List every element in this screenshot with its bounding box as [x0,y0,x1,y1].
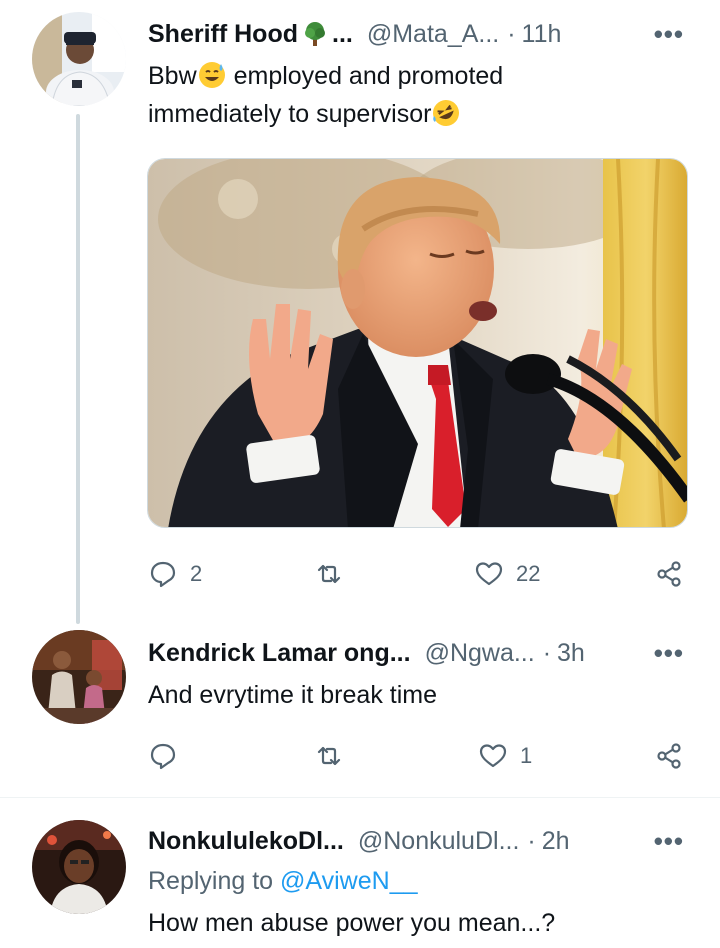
avatar[interactable] [32,12,126,106]
separator: · [542,638,552,667]
replying-to: Replying to @AviweN__ [148,867,418,896]
tweet-text-part: Bbw [148,62,197,90]
tweet-sheriff-hood[interactable]: Sheriff Hood ... @Mata_A... · 11h ••• Bb… [0,0,720,626]
handle[interactable]: @Ngwa... [425,639,535,668]
timestamp[interactable]: 2h [542,827,570,856]
handle[interactable]: @Mata_A... [367,20,499,49]
tweet-header: Kendrick Lamar ong... @Ngwa... · 3h [148,636,720,670]
more-icon[interactable]: ••• [654,17,684,51]
like-button[interactable]: 22 [474,554,540,594]
retweet-button[interactable] [314,736,344,776]
retweet-icon [317,746,341,766]
reply-button[interactable]: 2 [148,554,202,594]
retweet-button[interactable] [314,554,344,594]
display-name[interactable]: Sheriff Hood [148,20,298,49]
name-ellipsis: ... [332,19,353,48]
rofl-emoji-icon [431,98,461,128]
tweet-text-part: employed and promoted [226,62,504,90]
avatar[interactable] [32,820,126,914]
share-icon [657,743,681,769]
separator: · [507,19,516,48]
thread-line [76,114,80,624]
replying-mention-link[interactable]: @AviweN__ [280,867,417,895]
tweet-photo[interactable] [147,158,688,528]
tweet-text: Bbw employed and promoted immediately to… [148,57,680,133]
timestamp[interactable]: 3h [557,639,585,668]
tweet-header: Sheriff Hood ... @Mata_A... · 11h [148,17,720,51]
separator: · [527,826,536,855]
timestamp[interactable]: 11h [522,20,562,49]
tree-emoji-icon [302,21,328,47]
share-button[interactable] [654,736,684,776]
replying-prefix: Replying to [148,867,281,895]
heart-icon [479,744,507,768]
avatar[interactable] [32,630,126,724]
tweet-text: How men abuse power you mean...? [148,909,556,937]
heart-icon [475,562,503,586]
retweet-icon [317,564,341,584]
tweet-actions: 1 [148,736,693,776]
like-count: 22 [516,561,541,586]
more-icon[interactable]: ••• [654,824,684,858]
more-icon[interactable]: ••• [654,636,684,670]
tweet-header: NonkululekoDl... @NonkuluDl... · 2h [148,824,720,858]
share-icon [657,561,681,587]
tweet-nonkululeko[interactable]: NonkululekoDl... @NonkuluDl... · 2h ••• … [0,798,720,948]
like-count: 1 [520,743,533,768]
tweet-actions: 2 22 [148,554,693,594]
tweet-text: And evrytime it break time [148,681,437,709]
display-name[interactable]: NonkululekoDl... [148,827,344,856]
reply-button[interactable] [148,736,178,776]
tweet-text-part: immediately to supervisor [148,100,432,128]
handle[interactable]: @NonkuluDl... [358,827,520,856]
like-button[interactable]: 1 [478,736,532,776]
reply-icon [150,561,176,588]
display-name[interactable]: Kendrick Lamar ong... [148,639,411,668]
tweet-kendrick-lamar[interactable]: Kendrick Lamar ong... @Ngwa... · 3h ••• … [0,626,720,796]
reply-count: 2 [190,561,203,586]
share-button[interactable] [654,554,684,594]
reply-icon [150,743,176,770]
sweat-smile-emoji-icon [197,60,227,90]
